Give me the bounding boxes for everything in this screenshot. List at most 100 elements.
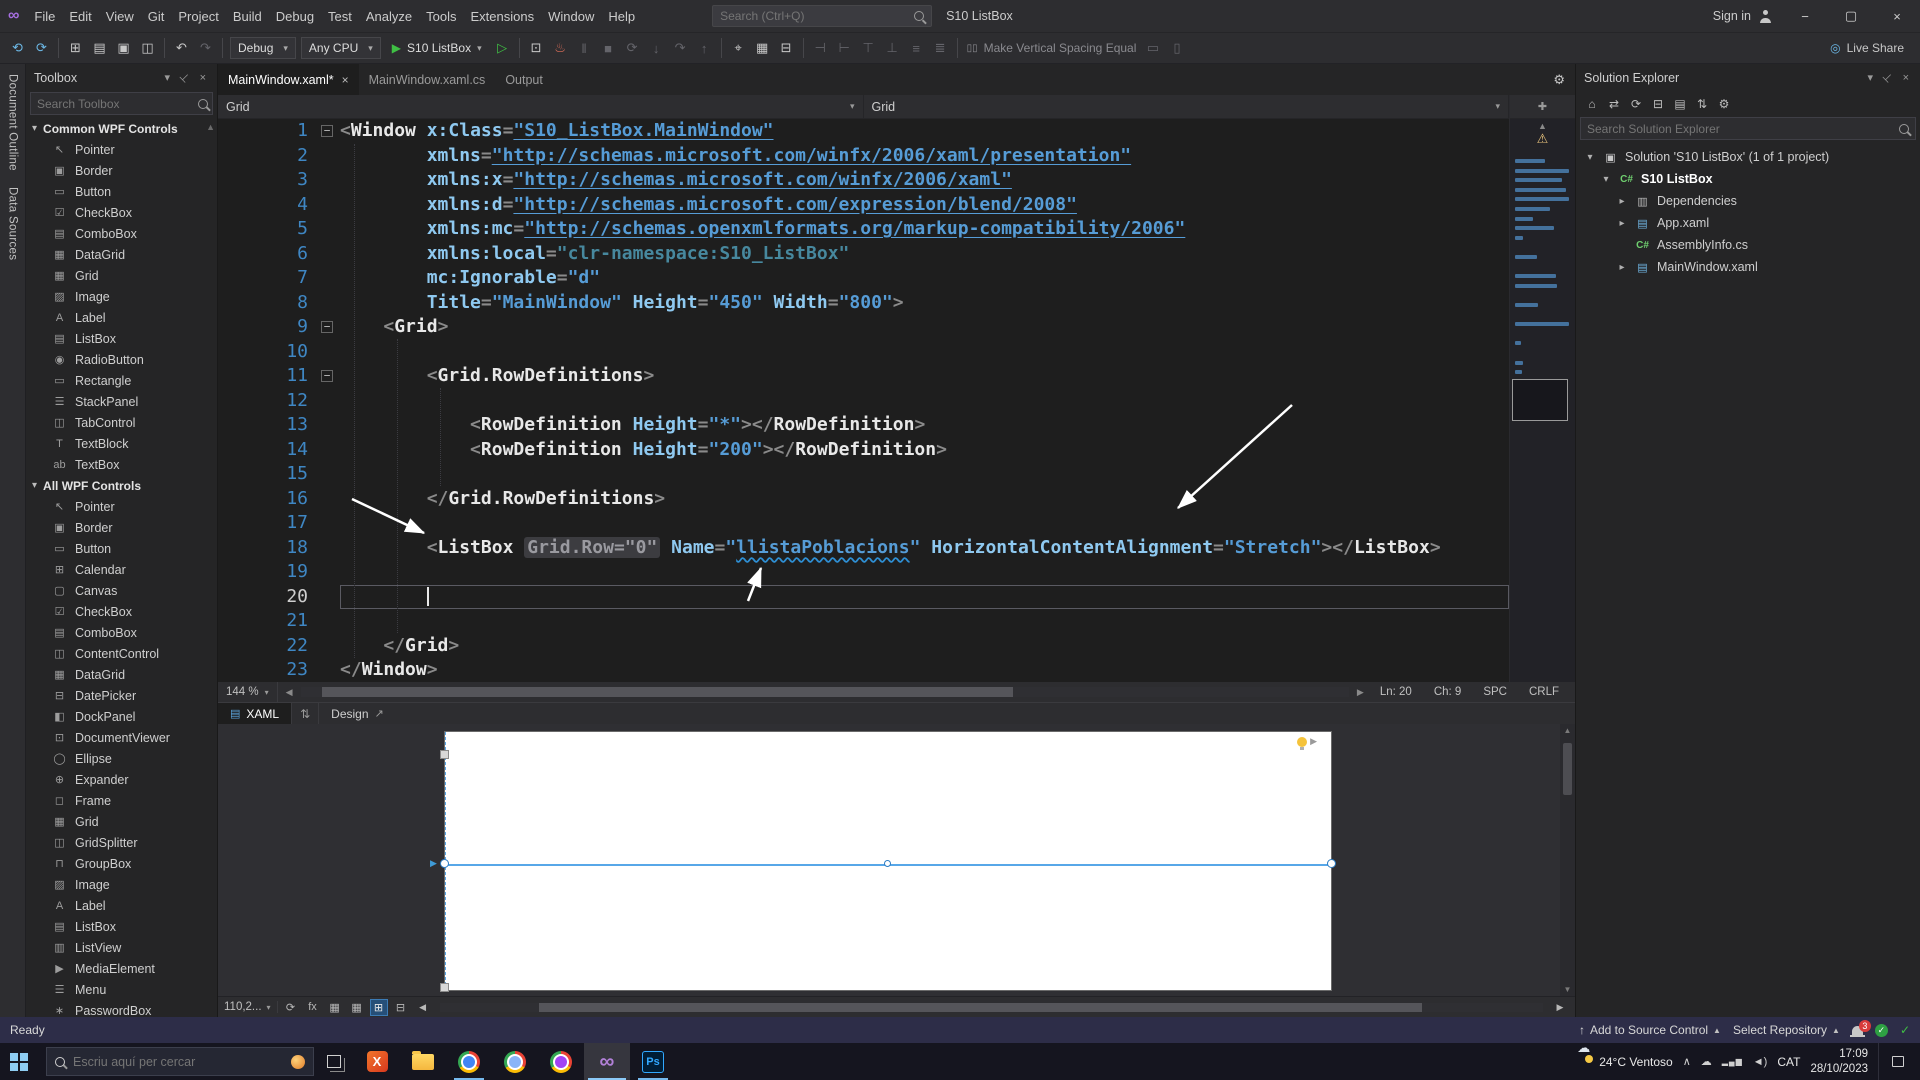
- code-line-23[interactable]: 23 </Window>: [218, 658, 1509, 682]
- toolbox-item-radiobutton[interactable]: ◉ RadioButton: [26, 349, 217, 370]
- menu-build[interactable]: Build: [226, 0, 269, 32]
- toolbox-item-datagrid[interactable]: ▦ DataGrid: [26, 664, 217, 685]
- toolbox-item-grid[interactable]: ▦ Grid: [26, 811, 217, 832]
- scroll-right-icon[interactable]: ▶: [1355, 687, 1366, 698]
- tree-item-solution-s10-listbox-1-of-1-project[interactable]: ▾ ▣ Solution 'S10 ListBox' (1 of 1 project…: [1576, 146, 1920, 168]
- toolbox-item-datepicker[interactable]: ⊟ DatePicker: [26, 685, 217, 706]
- scroll-up-icon[interactable]: ▲: [206, 122, 215, 132]
- menu-file[interactable]: File: [27, 0, 62, 32]
- quick-search-box[interactable]: [712, 5, 933, 27]
- design-view-tab[interactable]: Design ↗: [319, 703, 396, 724]
- taskbar-weather[interactable]: ☁ 24°C Ventoso: [1577, 1041, 1673, 1068]
- code-line-12[interactable]: 12: [218, 389, 1509, 414]
- sign-in-link[interactable]: Sign in: [1713, 9, 1751, 23]
- start-button[interactable]: [0, 1043, 46, 1080]
- collapse-region-icon[interactable]: −: [321, 370, 333, 382]
- align-tops-icon[interactable]: ⊤: [857, 36, 880, 60]
- save-icon[interactable]: ▣: [112, 36, 135, 60]
- toolbox-item-listview[interactable]: ▥ ListView: [26, 937, 217, 958]
- maximize-button[interactable]: ▢: [1828, 0, 1874, 32]
- code-line-3[interactable]: 3 xmlns:x="http://schemas.microsoft.com/…: [218, 168, 1509, 193]
- split-editor-icon[interactable]: ✚: [1510, 95, 1575, 119]
- device-preview-icon[interactable]: ▦: [751, 36, 774, 60]
- menu-view[interactable]: View: [99, 0, 141, 32]
- start-debugging-button[interactable]: ▶ S10 ListBox ▾: [384, 37, 490, 59]
- toolbox-item-textbox[interactable]: ab TextBox: [26, 454, 217, 475]
- breadcrumb-item-grid-2[interactable]: Grid ▾: [864, 95, 1509, 118]
- collapse-region-icon[interactable]: −: [321, 321, 333, 333]
- designer-zoom-dropdown[interactable]: 110,2... ▾: [224, 1001, 278, 1013]
- toolbox-item-pointer[interactable]: ↖ Pointer: [26, 496, 217, 517]
- code-line-10[interactable]: 10: [218, 340, 1509, 365]
- horizontal-scrollbar[interactable]: [300, 687, 1349, 697]
- scroll-up-icon[interactable]: ▲: [1510, 119, 1575, 131]
- onedrive-icon[interactable]: ☁: [1701, 1055, 1712, 1068]
- snap-to-snaplines-icon[interactable]: ⊞: [369, 998, 388, 1016]
- scrollbar-thumb[interactable]: [1563, 743, 1572, 795]
- code-line-15[interactable]: 15: [218, 462, 1509, 487]
- resize-handle-left[interactable]: [440, 859, 449, 868]
- toolbox-item-combobox[interactable]: ▤ ComboBox: [26, 223, 217, 244]
- tray-overflow-icon[interactable]: ∧: [1683, 1055, 1691, 1068]
- code-line-22[interactable]: 22 </Grid>: [218, 634, 1509, 659]
- taskbar-clock[interactable]: 17:09 28/10/2023: [1810, 1047, 1868, 1077]
- scroll-right-icon[interactable]: ▶: [1551, 999, 1569, 1016]
- scroll-up-icon[interactable]: ▲: [1564, 726, 1572, 735]
- menu-git[interactable]: Git: [141, 0, 172, 32]
- code-line-2[interactable]: 2 xmlns="http://schemas.microsoft.com/wi…: [218, 144, 1509, 169]
- volume-icon[interactable]: ◄): [1753, 1056, 1768, 1068]
- code-line-13[interactable]: 13 <RowDefinition Height="*"></RowDefini…: [218, 413, 1509, 438]
- misc-designer-icon[interactable]: ▭: [1141, 36, 1164, 60]
- toolbox-item-tabcontrol[interactable]: ◫ TabControl: [26, 412, 217, 433]
- taskbar-app-chrome[interactable]: [446, 1043, 492, 1080]
- toolbox-item-button[interactable]: ▭ Button: [26, 538, 217, 559]
- refresh-designer-icon[interactable]: ⟳: [282, 999, 300, 1016]
- toolbox-item-contentcontrol[interactable]: ◫ ContentControl: [26, 643, 217, 664]
- close-icon[interactable]: ×: [342, 73, 349, 87]
- toolbox-item-ellipse[interactable]: ◯ Ellipse: [26, 748, 217, 769]
- toolbox-item-label[interactable]: A Label: [26, 307, 217, 328]
- xaml-target-icon[interactable]: ⌖: [727, 36, 750, 60]
- code-line-18[interactable]: 18 <ListBox Grid.Row="0" Name="llistaPob…: [218, 536, 1509, 561]
- toolbox-search-input[interactable]: [37, 96, 192, 111]
- menu-edit[interactable]: Edit: [62, 0, 98, 32]
- close-button[interactable]: ×: [1874, 0, 1920, 32]
- pin-icon[interactable]: ⊥: [1878, 67, 1898, 87]
- step-out-icon[interactable]: ↑: [693, 36, 716, 60]
- tree-item-s10-listbox[interactable]: ▾ C# S10 ListBox: [1576, 168, 1920, 190]
- toolbox-item-listbox[interactable]: ▤ ListBox: [26, 328, 217, 349]
- xaml-view-tab[interactable]: ▤ XAML: [218, 703, 292, 724]
- toolbox-item-gridsplitter[interactable]: ◫ GridSplitter: [26, 832, 217, 853]
- tree-item-assemblyinfo-cs[interactable]: C# AssemblyInfo.cs: [1576, 234, 1920, 256]
- menu-project[interactable]: Project: [171, 0, 225, 32]
- scrollbar-thumb[interactable]: [321, 687, 1014, 697]
- tree-item-app-xaml[interactable]: ▸ ▤ App.xaml: [1576, 212, 1920, 234]
- scrollbar-thumb[interactable]: [538, 1002, 1422, 1012]
- minimap-viewport-box[interactable]: [1512, 379, 1568, 421]
- minimap-scrollbar[interactable]: ✚ ▲ ⚠: [1509, 95, 1575, 682]
- code-line-8[interactable]: 8 Title="MainWindow" Height="450" Width=…: [218, 291, 1509, 316]
- step-into-icon[interactable]: ↓: [645, 36, 668, 60]
- swap-panes-icon[interactable]: ⇅: [291, 703, 320, 724]
- taskbar-app-folder[interactable]: [400, 1043, 446, 1080]
- code-line-16[interactable]: 16 </Grid.RowDefinitions>: [218, 487, 1509, 512]
- scroll-left-icon[interactable]: ◀: [284, 687, 295, 698]
- grid-adorner-bottom[interactable]: [440, 983, 449, 992]
- solution-explorer-search-input[interactable]: [1587, 121, 1893, 136]
- editor-tab-mainwindow-xaml[interactable]: MainWindow.xaml* ×: [218, 64, 359, 95]
- attach-to-process-icon[interactable]: ⊡: [525, 36, 548, 60]
- taskbar-search-input[interactable]: [73, 1054, 283, 1069]
- new-project-icon[interactable]: ⊞: [64, 36, 87, 60]
- toolbox-group-common-wpf-controls[interactable]: ▾ Common WPF Controls: [26, 118, 217, 139]
- start-without-debugging-icon[interactable]: ▷: [491, 36, 514, 60]
- menu-tools[interactable]: Tools: [419, 0, 463, 32]
- toolbox-item-listbox[interactable]: ▤ ListBox: [26, 916, 217, 937]
- menu-extensions[interactable]: Extensions: [464, 0, 542, 32]
- collapse-all-icon[interactable]: ⊟: [1648, 94, 1668, 114]
- code-line-7[interactable]: 7 mc:Ignorable="d": [218, 266, 1509, 291]
- redo-icon[interactable]: ↷: [194, 36, 217, 60]
- code-line-11[interactable]: 11 − <Grid.RowDefinitions>: [218, 364, 1509, 389]
- language-indicator[interactable]: CAT: [1777, 1055, 1800, 1069]
- quick-search-input[interactable]: [720, 9, 909, 23]
- taskbar-app-ps[interactable]: Ps: [630, 1043, 676, 1080]
